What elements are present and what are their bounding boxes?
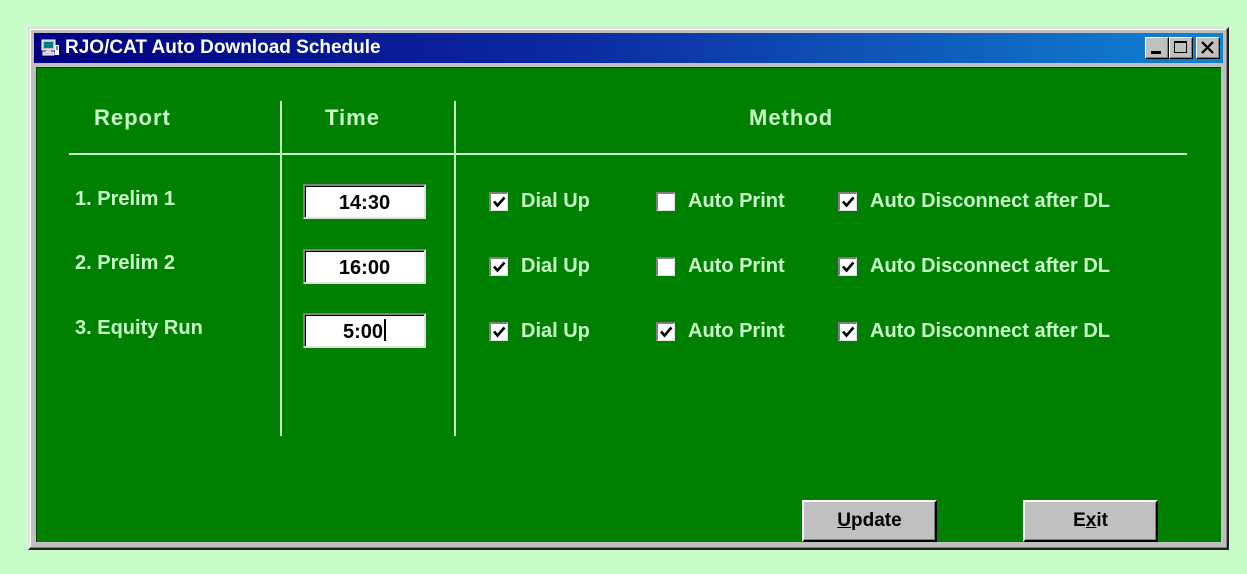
auto-print-checkbox-prelim-1[interactable]: Auto Print <box>656 189 785 213</box>
app-icon[interactable] <box>41 39 60 57</box>
report-column-header: Report <box>94 105 171 130</box>
auto-print-checkbox-prelim-2[interactable]: Auto Print <box>656 254 785 278</box>
time-method-divider <box>454 101 456 436</box>
dial-up-label: Dial Up <box>521 320 590 342</box>
auto-disconnect-label: Auto Disconnect after DL <box>870 320 1111 342</box>
update-button[interactable]: Update <box>802 500 937 542</box>
method-column-header: Method <box>749 105 834 130</box>
checkbox-checked[interactable] <box>838 256 857 276</box>
checkbox-checked[interactable] <box>489 321 508 341</box>
checkbox-unchecked[interactable] <box>656 191 675 211</box>
auto-print-checkbox-equity-run[interactable]: Auto Print <box>656 319 785 343</box>
checkbox-checked[interactable] <box>489 191 508 211</box>
auto-print-label: Auto Print <box>688 190 785 212</box>
time-input-equity-run[interactable]: 5:00 <box>303 313 426 348</box>
report-label-prelim-2: 2. Prelim 2 <box>75 252 176 274</box>
report-label-equity-run: 3. Equity Run <box>75 317 203 339</box>
dial-up-label: Dial Up <box>521 255 590 277</box>
dial-up-checkbox-equity-run[interactable]: Dial Up <box>489 319 590 343</box>
dial-up-label: Dial Up <box>521 190 590 212</box>
auto-disconnect-label: Auto Disconnect after DL <box>870 190 1111 212</box>
auto-disconnect-checkbox-prelim-2[interactable]: Auto Disconnect after DL <box>838 254 1110 278</box>
minimize-button[interactable] <box>1145 37 1169 59</box>
auto-print-label: Auto Print <box>688 255 785 277</box>
checkbox-checked[interactable] <box>838 321 857 341</box>
window-title: RJO/CAT Auto Download Schedule <box>65 37 381 58</box>
exit-button[interactable]: Exit <box>1023 500 1158 542</box>
checkbox-checked[interactable] <box>489 256 508 276</box>
title-bar[interactable]: RJO/CAT Auto Download Schedule <box>34 33 1223 63</box>
header-divider <box>69 153 1187 155</box>
auto-disconnect-checkbox-equity-run[interactable]: Auto Disconnect after DL <box>838 319 1110 343</box>
dial-up-checkbox-prelim-2[interactable]: Dial Up <box>489 254 590 278</box>
time-input-prelim-2[interactable]: 16:00 <box>303 249 426 284</box>
auto-print-label: Auto Print <box>688 320 785 342</box>
report-time-divider <box>280 101 282 436</box>
time-column-header: Time <box>325 105 380 130</box>
auto-disconnect-checkbox-prelim-1[interactable]: Auto Disconnect after DL <box>838 189 1110 213</box>
dial-up-checkbox-prelim-1[interactable]: Dial Up <box>489 189 590 213</box>
schedule-window: RJO/CAT Auto Download Schedule Report Ti… <box>28 27 1229 550</box>
text-caret <box>384 319 387 341</box>
maximize-icon <box>1174 41 1187 53</box>
time-input-prelim-1[interactable]: 14:30 <box>303 184 426 219</box>
maximize-button[interactable] <box>1169 37 1193 59</box>
schedule-panel: Report Time Method 1. Prelim 1 14:30 Dia… <box>36 67 1221 542</box>
checkbox-unchecked[interactable] <box>656 256 675 276</box>
close-button[interactable] <box>1196 37 1220 59</box>
minimize-icon <box>1151 51 1161 54</box>
report-label-prelim-1: 1. Prelim 1 <box>75 188 176 210</box>
checkbox-checked[interactable] <box>838 191 857 211</box>
auto-disconnect-label: Auto Disconnect after DL <box>870 255 1111 277</box>
window-controls <box>1145 37 1220 59</box>
checkbox-checked[interactable] <box>656 321 675 341</box>
close-icon <box>1201 41 1214 54</box>
